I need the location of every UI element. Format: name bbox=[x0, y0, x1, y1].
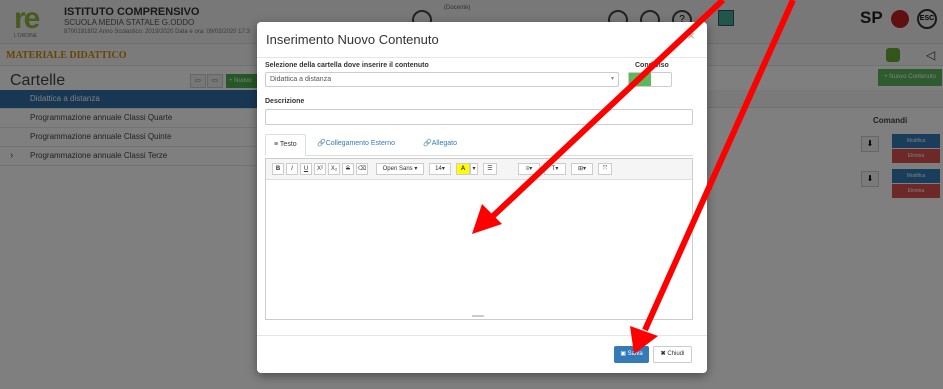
tab-label: Collegamento Esterno bbox=[325, 140, 395, 147]
new-content-modal: Inserimento Nuovo Contenuto × Selezione … bbox=[257, 22, 707, 373]
strikethrough-button[interactable]: S bbox=[342, 163, 354, 175]
modal-footer: ▣ Salva ✖ Chiudi bbox=[257, 335, 707, 373]
shared-label: Condiviso bbox=[635, 62, 669, 69]
app-root: re L'ORDINE ISTITUTO COMPRENSIVO SCUOLA … bbox=[0, 0, 943, 389]
list-icon[interactable]: ☰ bbox=[483, 163, 497, 175]
subscript-button[interactable]: X₂ bbox=[328, 163, 340, 175]
modal-title: Inserimento Nuovo Contenuto bbox=[266, 32, 439, 47]
align-left-icon: ≡ bbox=[274, 141, 279, 148]
font-family-value: Open Sans bbox=[382, 166, 413, 172]
close-icon: ✖ bbox=[660, 351, 666, 357]
rich-text-editor[interactable]: B I U X² X₂ S ⌫ Open Sans ▾ 14▾ A ▾ ☰ ≡▾… bbox=[265, 158, 693, 320]
color-caret[interactable]: ▾ bbox=[470, 163, 478, 175]
font-size-value: 14 bbox=[435, 166, 442, 172]
editor-resize-handle[interactable] bbox=[472, 315, 484, 317]
description-input[interactable] bbox=[265, 109, 693, 125]
line-height-icon[interactable]: T▾ bbox=[544, 163, 566, 175]
folder-select-value: Didattica a distanza bbox=[270, 76, 332, 83]
folder-select[interactable]: Didattica a distanza ▾ bbox=[265, 72, 619, 87]
save-label: Salva bbox=[627, 351, 643, 357]
tab-label: Testo bbox=[279, 141, 297, 148]
shared-toggle[interactable]: Sì bbox=[628, 72, 672, 87]
highlight-color-button[interactable]: A bbox=[456, 163, 470, 175]
font-size-select[interactable]: 14▾ bbox=[429, 163, 451, 175]
close-icon[interactable]: × bbox=[687, 28, 695, 43]
bold-button[interactable]: B bbox=[272, 163, 284, 175]
save-button[interactable]: ▣ Salva bbox=[614, 346, 649, 363]
tab-collegamento[interactable]: 🔗Collegamento Esterno bbox=[309, 134, 403, 156]
tab-testo[interactable]: ≡ Testo bbox=[265, 134, 306, 156]
link-icon: 🔗 bbox=[317, 140, 326, 147]
tab-label: Allegato bbox=[431, 140, 458, 147]
superscript-button[interactable]: X² bbox=[314, 163, 326, 175]
chevron-down-icon: ▾ bbox=[610, 76, 614, 82]
paperclip-icon: 🔗 bbox=[423, 140, 432, 147]
underline-button[interactable]: U bbox=[300, 163, 312, 175]
close-button[interactable]: ✖ Chiudi bbox=[653, 346, 692, 363]
shared-toggle-on: Sì bbox=[629, 73, 651, 86]
folder-select-label: Selezione della cartella dove inserire i… bbox=[265, 62, 429, 69]
modal-header: Inserimento Nuovo Contenuto × bbox=[257, 22, 707, 58]
description-label: Descrizione bbox=[265, 98, 305, 105]
save-icon: ▣ bbox=[620, 351, 626, 357]
eraser-icon[interactable]: ⌫ bbox=[356, 163, 368, 175]
align-icon[interactable]: ≡▾ bbox=[518, 163, 540, 175]
font-family-select[interactable]: Open Sans ▾ bbox=[376, 163, 424, 175]
fullscreen-icon[interactable]: ⤧ bbox=[598, 163, 612, 175]
content-tabs: ≡ Testo 🔗Collegamento Esterno 🔗Allegato bbox=[265, 134, 693, 156]
close-label: Chiudi bbox=[667, 351, 685, 357]
editor-toolbar: B I U X² X₂ S ⌫ Open Sans ▾ 14▾ A ▾ ☰ ≡▾… bbox=[266, 159, 692, 180]
table-icon[interactable]: ⊞▾ bbox=[571, 163, 593, 175]
italic-button[interactable]: I bbox=[286, 163, 298, 175]
tab-allegato[interactable]: 🔗Allegato bbox=[415, 134, 465, 156]
